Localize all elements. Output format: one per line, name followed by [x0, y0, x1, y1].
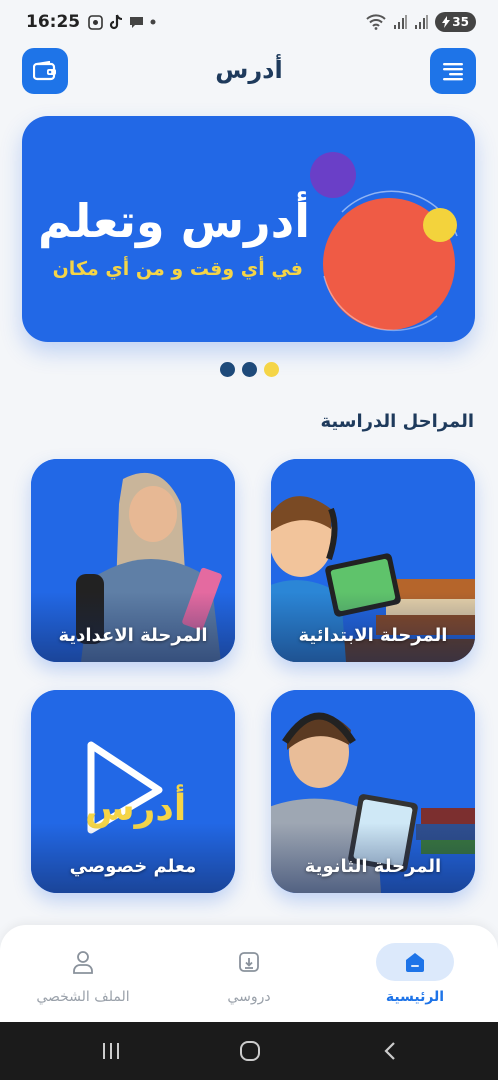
carousel-dot[interactable]: [241, 362, 257, 377]
nav-profile[interactable]: الملف الشخصي: [23, 943, 143, 1005]
banner-title: أدرس وتعلم: [37, 194, 310, 248]
lessons-icon: [239, 952, 259, 972]
app-title: أدرس: [215, 56, 283, 84]
nav-profile-highlight: [44, 943, 122, 981]
stage-card-primary[interactable]: المرحلة الابتدائية: [271, 459, 475, 662]
back-icon[interactable]: [380, 1040, 400, 1062]
app-bar: أدرس: [0, 48, 498, 94]
nav-profile-label: الملف الشخصي: [36, 989, 130, 1005]
chat-icon: [130, 17, 144, 28]
carousel-indicator: [0, 362, 498, 377]
tiktok-icon: [110, 14, 123, 30]
nav-lessons-highlight: [210, 943, 288, 981]
stage-card-private-tutor[interactable]: أدرس معلم خصوصي: [31, 690, 235, 893]
signal-icon: [394, 15, 408, 29]
menu-icon: [443, 63, 463, 81]
battery-level: 35: [452, 15, 469, 29]
nav-lessons[interactable]: دروسي: [189, 943, 309, 1005]
section-title: المراحل الدراسية: [320, 411, 475, 432]
promo-banner[interactable]: أدرس وتعلم في أي وقت و من أي مكان: [22, 116, 475, 342]
home-button-icon[interactable]: [238, 1040, 262, 1062]
status-bar: 16:25 35: [0, 0, 498, 44]
nav-home-label: الرئيسية: [385, 989, 445, 1005]
status-time: 16:25: [26, 12, 81, 32]
stage-card-secondary[interactable]: المرحلة الثانوية: [271, 690, 475, 893]
stage-label: المرحلة الابتدائية: [298, 625, 448, 646]
carousel-dot-active[interactable]: [263, 362, 279, 377]
home-icon: [406, 953, 424, 972]
screenshot-icon: [88, 14, 103, 30]
stage-label: معلم خصوصي: [69, 856, 197, 877]
nav-lessons-label: دروسي: [227, 989, 271, 1005]
wifi-icon: [366, 14, 386, 30]
carousel-dot[interactable]: [219, 362, 235, 377]
recent-apps-icon[interactable]: [100, 1040, 122, 1062]
system-navigation-bar: [0, 1022, 498, 1080]
status-left: 16:25: [26, 12, 156, 32]
nav-home[interactable]: الرئيسية: [355, 943, 475, 1005]
banner-subtitle: في أي وقت و من أي مكان: [52, 258, 303, 280]
signal-icon: [415, 15, 429, 29]
dot-icon: [150, 19, 156, 25]
nav-home-highlight: [376, 943, 454, 981]
charging-icon: [442, 16, 451, 28]
menu-button[interactable]: [430, 48, 476, 94]
battery-indicator: 35: [435, 12, 476, 32]
stage-label: المرحلة الثانوية: [304, 856, 442, 877]
stage-card-preparatory[interactable]: المرحلة الاعدادية: [31, 459, 235, 662]
status-notification-icons: [88, 14, 156, 30]
bottom-nav: الرئيسية دروسي الملف الشخصي: [0, 925, 498, 1022]
status-right: 35: [366, 12, 476, 32]
stage-label: المرحلة الاعدادية: [58, 625, 208, 646]
profile-icon: [73, 951, 93, 974]
